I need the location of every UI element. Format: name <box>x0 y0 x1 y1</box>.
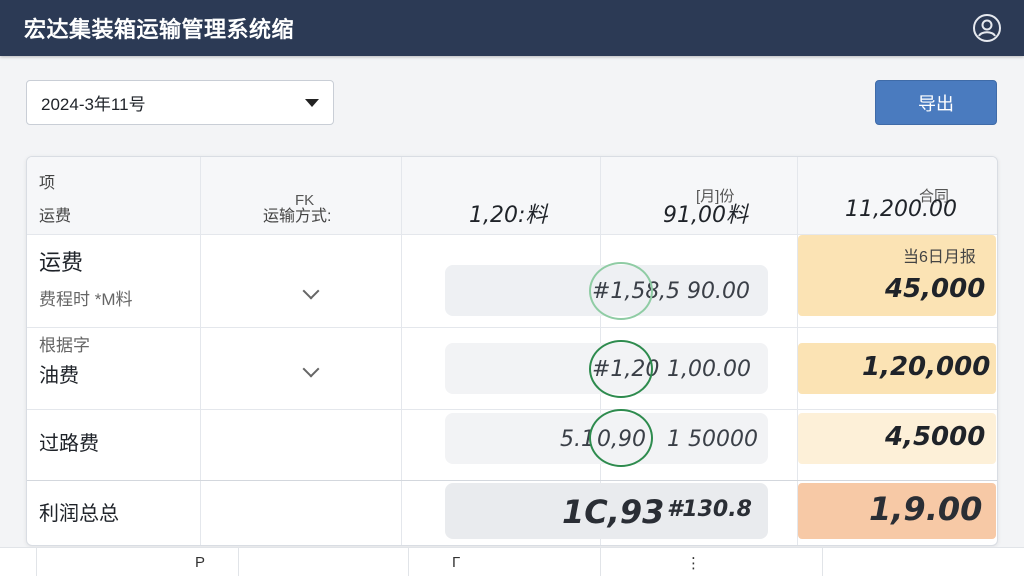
total-value-b: #130.8 <box>667 497 752 522</box>
row-above-fuel: 根据字 <box>39 336 90 355</box>
toll-box-value: 4,5000 <box>885 422 986 452</box>
row-label-fuel: 油费 <box>39 363 79 387</box>
fuel-value: 1,00.00 <box>667 357 751 382</box>
header-col2-bottom[interactable]: 运输方式: <box>263 202 331 226</box>
row-sub-freight: 费程时 *M料 <box>39 290 133 309</box>
export-button[interactable]: 导出 <box>875 80 997 125</box>
app-title: 宏达集装箱运输管理系统缩 <box>24 18 295 43</box>
header-col5-value: 11,200.00 <box>845 197 957 222</box>
fuel-box-value: 1,20,000 <box>862 352 991 382</box>
column-divider <box>200 157 201 545</box>
footer-divider <box>600 548 601 576</box>
total-box-value: 1,9.00 <box>869 490 983 528</box>
footer-divider <box>822 548 823 576</box>
row-label-toll: 过路费 <box>39 431 99 455</box>
row-divider <box>27 409 997 410</box>
month-select[interactable]: 2024-3年11号 <box>26 80 334 125</box>
footer-cell[interactable]: Γ <box>452 554 460 571</box>
footer-divider <box>408 548 409 576</box>
freight-box-value: 45,000 <box>885 274 986 304</box>
footer-bar: P Γ ⋮ <box>0 547 1024 576</box>
header-col1-bottom: 运费 <box>39 208 72 225</box>
row-label-freight: 运费 <box>39 251 84 276</box>
chevron-down-icon[interactable] <box>302 360 320 378</box>
row-label-total: 利润总总 <box>39 501 119 525</box>
month-select-value: 2024-3年11号 <box>41 95 146 114</box>
header-col1-top: 项 <box>39 175 56 192</box>
footer-divider <box>238 548 239 576</box>
title-bar: 宏达集装箱运输管理系统缩 <box>0 0 1024 56</box>
footer-cell[interactable]: P <box>195 554 205 571</box>
highlight-ring <box>589 409 653 467</box>
header-col4-value: 91,00料 <box>663 203 748 228</box>
row-divider <box>27 327 997 328</box>
header-col3-value: 1,20:料 <box>469 203 548 228</box>
footer-divider <box>36 548 37 576</box>
highlight-ring <box>589 262 653 320</box>
user-account-icon[interactable] <box>972 13 1002 43</box>
total-value-a: 1C,93 <box>562 493 665 531</box>
cost-table: 项 运费 FK 运输方式: 1,20:料 [月]份 91,00料 合同 11,2… <box>26 156 998 546</box>
column-divider <box>401 157 402 545</box>
toll-value: 1 50000 <box>667 427 758 452</box>
chevron-down-icon <box>305 98 319 107</box>
highlight-ring <box>589 340 653 398</box>
chevron-down-icon[interactable] <box>302 282 320 300</box>
more-icon[interactable]: ⋮ <box>686 554 701 572</box>
freight-box-caption: 当6日月报 <box>903 249 976 266</box>
freight-value: ,5 90.00 <box>659 279 750 304</box>
row-divider <box>27 480 997 481</box>
